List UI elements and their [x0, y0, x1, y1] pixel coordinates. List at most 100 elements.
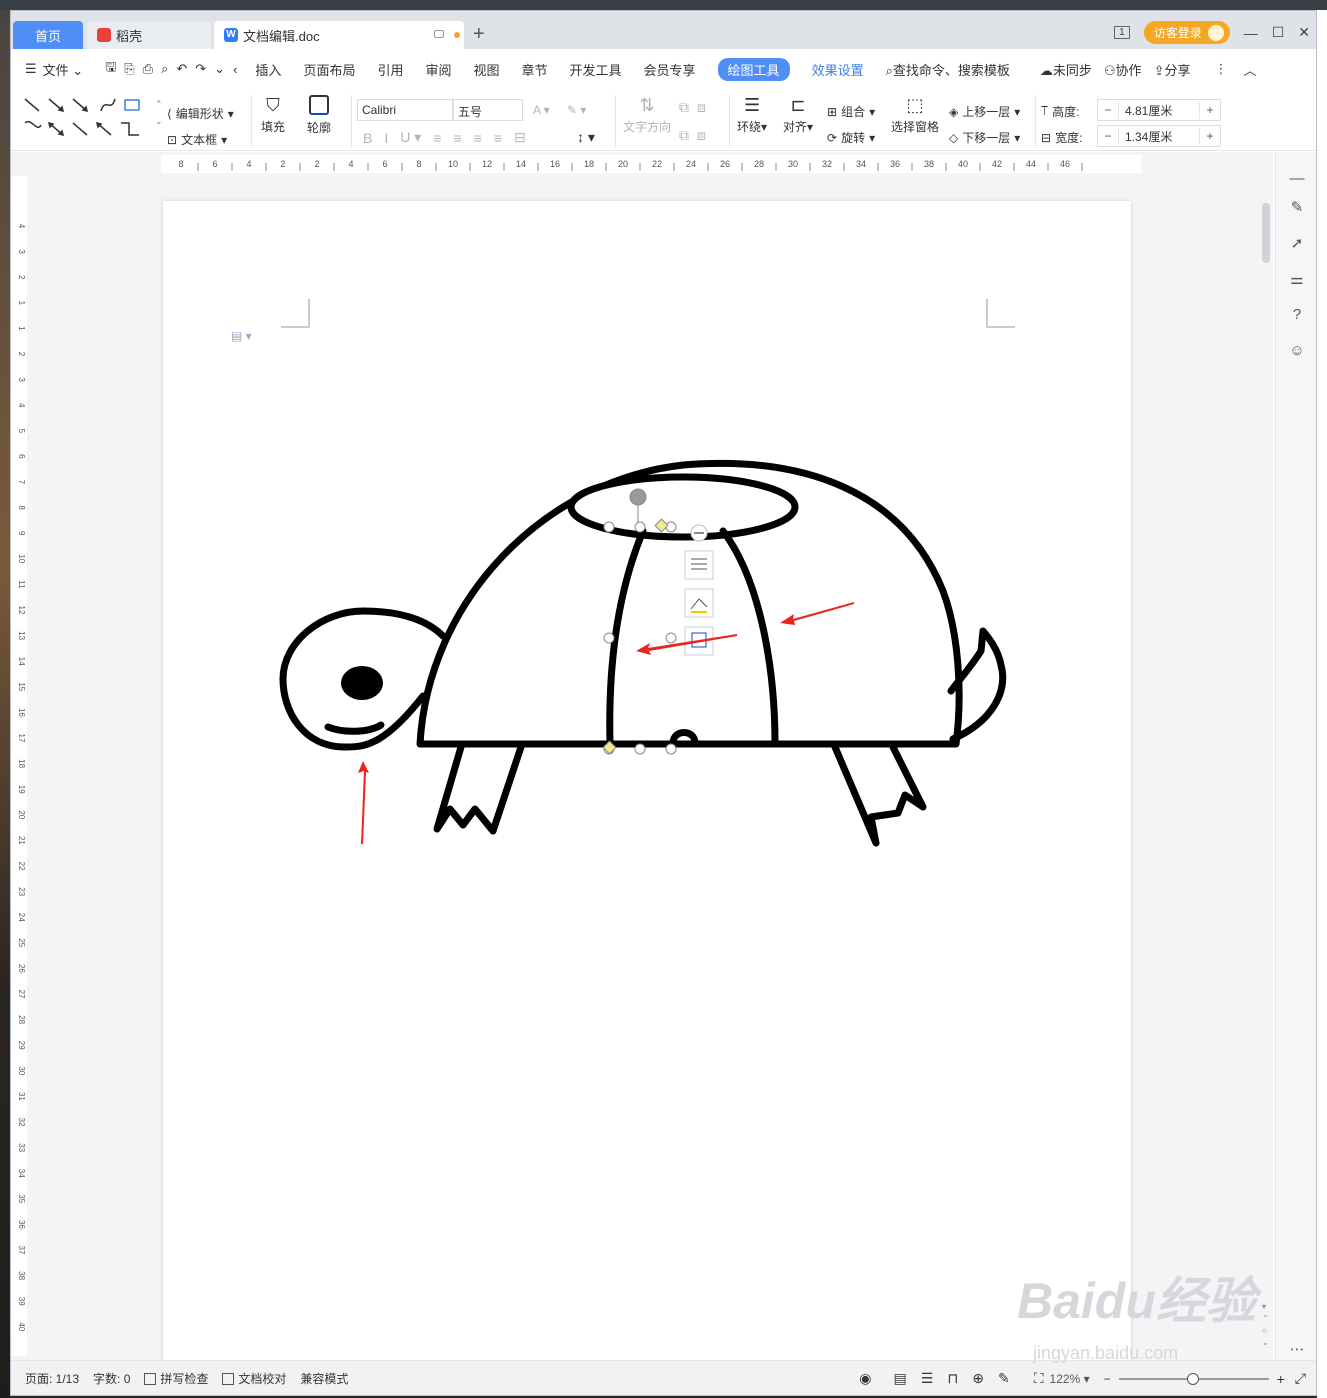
new-tab-button[interactable]: + [473, 23, 485, 46]
maximize-button[interactable]: ☐ [1272, 24, 1285, 41]
sync-button[interactable]: ☁未同步 [1040, 60, 1092, 79]
text-direction-button[interactable]: ⇅ 文字方向 [623, 95, 671, 135]
tab-home[interactable]: 首页 [13, 21, 83, 49]
page-indicator[interactable]: 页面: 1/13 [25, 1370, 79, 1387]
fill-button[interactable]: ⛉ 填充 [261, 95, 285, 135]
scroll-page-buttons[interactable]: ▾ ⌃ ○ ⌄ [1262, 1301, 1269, 1349]
cursor-icon[interactable]: ➚ [1288, 234, 1306, 252]
pencil-icon[interactable]: ✎ [1288, 198, 1306, 216]
tab-daoke[interactable]: 稻壳 [87, 21, 211, 49]
search-command[interactable]: ⌕查找命令、搜索模板 [886, 60, 1010, 79]
save-icon[interactable]: 🖫 [105, 58, 116, 80]
zoom-slider-thumb[interactable] [1186, 1372, 1199, 1385]
text-box-link-icon[interactable]: ⧈ [697, 99, 706, 116]
justify-icon[interactable]: ≡ [494, 130, 502, 146]
distribute-icon[interactable]: ⊟ [514, 129, 526, 146]
highlight-icon[interactable]: ✎ ▾ [567, 103, 586, 117]
unlink-icon[interactable]: ⧈ [697, 127, 706, 144]
edit-shape-button[interactable]: ⟨ 编辑形状 ▾ [167, 105, 234, 122]
height-decrease-button[interactable]: − [1098, 103, 1118, 117]
menu-file[interactable]: 文件 ⌄ [43, 60, 84, 79]
vertical-scrollbar[interactable]: ▾ ⌃ ○ ⌄ [1260, 161, 1272, 1351]
redo-icon[interactable]: ↷ [195, 61, 206, 77]
underline-icon[interactable]: U ▾ [400, 129, 421, 146]
collapse-panel-icon[interactable]: — [1288, 170, 1306, 188]
align-button[interactable]: ⊏ 对齐▾ [783, 95, 813, 135]
fit-page-icon[interactable]: ⛶ [1034, 1370, 1044, 1387]
write-mode-icon[interactable]: ✎ [998, 1370, 1010, 1387]
wrap-button[interactable]: ☰ 环绕▾ [737, 95, 767, 135]
shape-gallery-scroll[interactable]: ⌃ ⌄ [155, 99, 163, 127]
menu-developer[interactable]: 开发工具 [570, 60, 622, 79]
zoom-out-button[interactable]: − [1104, 1372, 1111, 1386]
align-left-icon[interactable]: ≡ [433, 130, 441, 146]
settings-sliders-icon[interactable]: ⚌ [1288, 270, 1306, 288]
zoom-level[interactable]: 122% ▾ [1050, 1372, 1090, 1386]
send-backward-button[interactable]: ◇ 下移一层 ▾ [949, 129, 1020, 146]
align-center-icon[interactable]: ≡ [453, 130, 461, 146]
outline-button[interactable]: 轮廓 [307, 95, 331, 136]
tab-document[interactable]: W 文档编辑.doc [214, 21, 464, 49]
turtle-drawing[interactable] [263, 451, 1023, 871]
tab-drawing-tools[interactable]: 绘图工具 [717, 57, 790, 81]
shape-gallery[interactable] [21, 95, 151, 141]
spell-check-button[interactable]: 拼写检查 [144, 1370, 208, 1387]
font-family-select[interactable]: Calibri [357, 99, 453, 121]
menu-chapter[interactable]: 章节 [522, 60, 548, 79]
proofread-button[interactable]: 文档校对 [222, 1370, 286, 1387]
robot-icon[interactable]: ☺ [1288, 342, 1306, 360]
fullscreen-icon[interactable]: ⤢ [1295, 1370, 1306, 1387]
width-increase-button[interactable]: + [1200, 129, 1220, 143]
scrollbar-thumb[interactable] [1262, 203, 1270, 263]
scroll-left-icon[interactable]: ‹ [233, 62, 237, 77]
align-right-icon[interactable]: ≡ [474, 130, 482, 146]
font-size-select[interactable]: 五号 [453, 99, 523, 121]
more-quick-icon[interactable]: ⌄ [214, 61, 225, 77]
web-view-icon[interactable]: ⊕ [972, 1370, 984, 1387]
width-value[interactable]: 1.34厘米 [1118, 127, 1200, 145]
line-spacing-icon[interactable]: ↕ ▾ [577, 129, 595, 146]
select-pane-button[interactable]: ⬚ 选择窗格 [891, 95, 939, 135]
menu-references[interactable]: 引用 [377, 60, 403, 79]
font-color-icon[interactable]: A ▾ [533, 103, 550, 117]
close-button[interactable]: ✕ [1298, 24, 1310, 41]
link-icon[interactable]: ⧉ [679, 127, 689, 144]
more-dots-icon[interactable]: ⋯ [1288, 1340, 1306, 1358]
eye-protection-icon[interactable]: ◉ [859, 1370, 871, 1387]
compat-mode[interactable]: 兼容模式 [300, 1370, 348, 1387]
zoom-in-button[interactable]: + [1277, 1371, 1285, 1387]
menu-insert[interactable]: 插入 [255, 60, 281, 79]
height-spinner[interactable]: −4.81厘米 + [1097, 99, 1221, 121]
collab-button[interactable]: ⚇协作 [1104, 60, 1142, 79]
rotate-button[interactable]: ⟳ 旋转 ▾ [827, 129, 875, 146]
height-value[interactable]: 4.81厘米 [1118, 101, 1200, 119]
read-view-icon[interactable]: ⊓ [947, 1370, 958, 1387]
document-page[interactable]: ▤ ▾ [163, 201, 1131, 1361]
height-increase-button[interactable]: + [1200, 103, 1220, 117]
width-spinner[interactable]: −1.34厘米 + [1097, 125, 1221, 147]
copy-text-icon[interactable]: ⧉ [679, 99, 689, 116]
word-count[interactable]: 字数: 0 [93, 1370, 130, 1387]
preview-icon[interactable]: ⌕ [161, 61, 168, 77]
zoom-slider[interactable] [1118, 1372, 1269, 1385]
window-count-badge[interactable]: 1 [1114, 26, 1130, 39]
minimize-button[interactable]: — [1244, 25, 1258, 41]
group-button[interactable]: ⊞ 组合 ▾ [827, 103, 875, 120]
horizontal-ruler[interactable]: 8 6 4 2 2 4 6 8 10 12 14 16 18 20 22 24 26 28 30 32 34 36 38 40… [161, 155, 1141, 173]
print-icon[interactable]: ⎙ [143, 61, 153, 77]
menu-view[interactable]: 视图 [473, 60, 499, 79]
bold-icon[interactable]: B [363, 130, 372, 146]
paste-options-icon[interactable]: ▤ ▾ [231, 329, 252, 343]
help-icon[interactable]: ? [1288, 306, 1306, 324]
tab-effects[interactable]: 效果设置 [812, 60, 864, 79]
menu-page-layout[interactable]: 页面布局 [303, 60, 355, 79]
outline-view-icon[interactable]: ☰ [921, 1370, 934, 1387]
width-decrease-button[interactable]: − [1098, 129, 1118, 143]
text-box-button[interactable]: ⊡ 文本框 ▾ [167, 131, 227, 148]
screen-icon[interactable] [434, 30, 444, 38]
share-button[interactable]: ⇪分享 [1154, 60, 1191, 79]
export-icon[interactable]: ⎘ [124, 61, 134, 77]
login-button[interactable]: 访客登录 [1143, 21, 1230, 44]
menu-review[interactable]: 审阅 [425, 60, 451, 79]
more-icon[interactable]: ⋮ [1214, 61, 1227, 77]
